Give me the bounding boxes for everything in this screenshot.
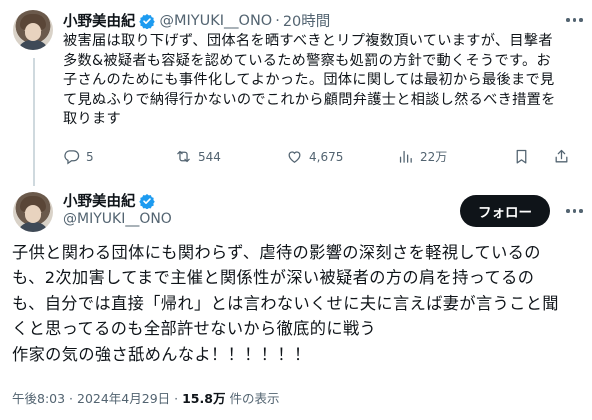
reply-icon — [64, 150, 80, 165]
like-count: 4,675 — [309, 149, 344, 164]
avatar[interactable] — [13, 10, 53, 50]
more-options-icon[interactable] — [566, 209, 583, 213]
reply-count: 5 — [86, 149, 94, 164]
tweet-text-line: くと思ってるのも全部許せないから徹底的に戦う — [12, 319, 377, 339]
views-chart-icon — [399, 150, 412, 163]
repost-count: 544 — [198, 149, 221, 164]
author-name[interactable]: 小野美由紀 — [63, 10, 136, 31]
tweet-text: 被害届は取り下げず、団体名を晒すべきとリプ複数頂いていますが、目撃者 多数&被疑… — [63, 32, 583, 130]
tweet-text: 子供と関わる団体にも関わらず、虐待の影響の深刻さを軽視しているの も、2次加害し… — [12, 240, 584, 367]
author-name[interactable]: 小野美由紀 — [63, 190, 136, 211]
tweet-text-line: て見ぬふりで納得行かないのでこれから顧問弁護士と相談し然るべき措置を — [63, 91, 556, 108]
tweet-meta: 午後8:03 · 2024年4月29日 · 15.8万 件の表示 — [12, 388, 279, 407]
reply-button[interactable]: 5 — [63, 148, 94, 165]
thread-connector-line — [33, 58, 35, 186]
verified-badge-icon — [138, 13, 155, 29]
post-timestamp[interactable]: 午後8:03 · 2024年4月29日 · — [12, 388, 178, 407]
views-button[interactable]: 22万 — [397, 148, 447, 165]
heart-icon — [288, 151, 301, 163]
share-icon — [555, 149, 568, 163]
like-button[interactable]: 4,675 — [286, 148, 343, 165]
tweet-text-line: 作家の気の強さ舐めんなよ！！！！！！ — [12, 344, 311, 364]
follow-button[interactable]: フォロー — [460, 195, 550, 227]
separator-dot: · — [275, 12, 280, 29]
tweet-text-line: も、自分では直接「帰れ」とは言わないくせに夫に言えば妻が言うこと聞 — [12, 293, 559, 313]
bookmark-icon — [516, 149, 527, 164]
tweet-text-line: も、2次加害してまで主催と関係性が深い被疑者の方の肩を持ってるの — [12, 268, 535, 288]
repost-button[interactable]: 544 — [175, 148, 221, 165]
view-count: 22万 — [420, 150, 448, 164]
post-time[interactable]: 20時間 — [283, 10, 330, 31]
bookmark-button[interactable] — [513, 148, 530, 165]
author-handle[interactable]: @MIYUKI__ONO — [63, 211, 172, 227]
share-button[interactable] — [553, 148, 570, 165]
tweet-text-line: 多数&被疑者も容疑を認めているため警察も処罰の方針で動くそうです。お — [63, 52, 552, 69]
repost-icon — [177, 150, 190, 163]
tweet-text-line: 被害届は取り下げず、団体名を晒すべきとリプ複数頂いていますが、目撃者 — [63, 33, 553, 49]
author-handle[interactable]: @MIYUKI__ONO — [160, 13, 273, 29]
tweet-header: 小野美由紀 @MIYUKI__ONO · 20時間 — [63, 10, 330, 31]
views-label: 件の表示 — [229, 391, 280, 406]
tweet-text-line: 取ります — [63, 111, 121, 128]
tweet-text-line: 子供と関わる団体にも関わらず、虐待の影響の深刻さを軽視しているの — [12, 243, 541, 262]
action-bar: 5 544 4,675 22万 — [63, 148, 583, 168]
avatar[interactable] — [13, 192, 53, 232]
view-count: 15.8万 — [182, 391, 226, 406]
tweet-text-line: 子さんのためにも事件化してよかった。団体に関しては最初から最後まで見 — [63, 72, 555, 89]
verified-badge-icon — [138, 193, 155, 209]
tweet-header: 小野美由紀 — [63, 190, 155, 211]
more-options-icon[interactable] — [566, 18, 583, 22]
